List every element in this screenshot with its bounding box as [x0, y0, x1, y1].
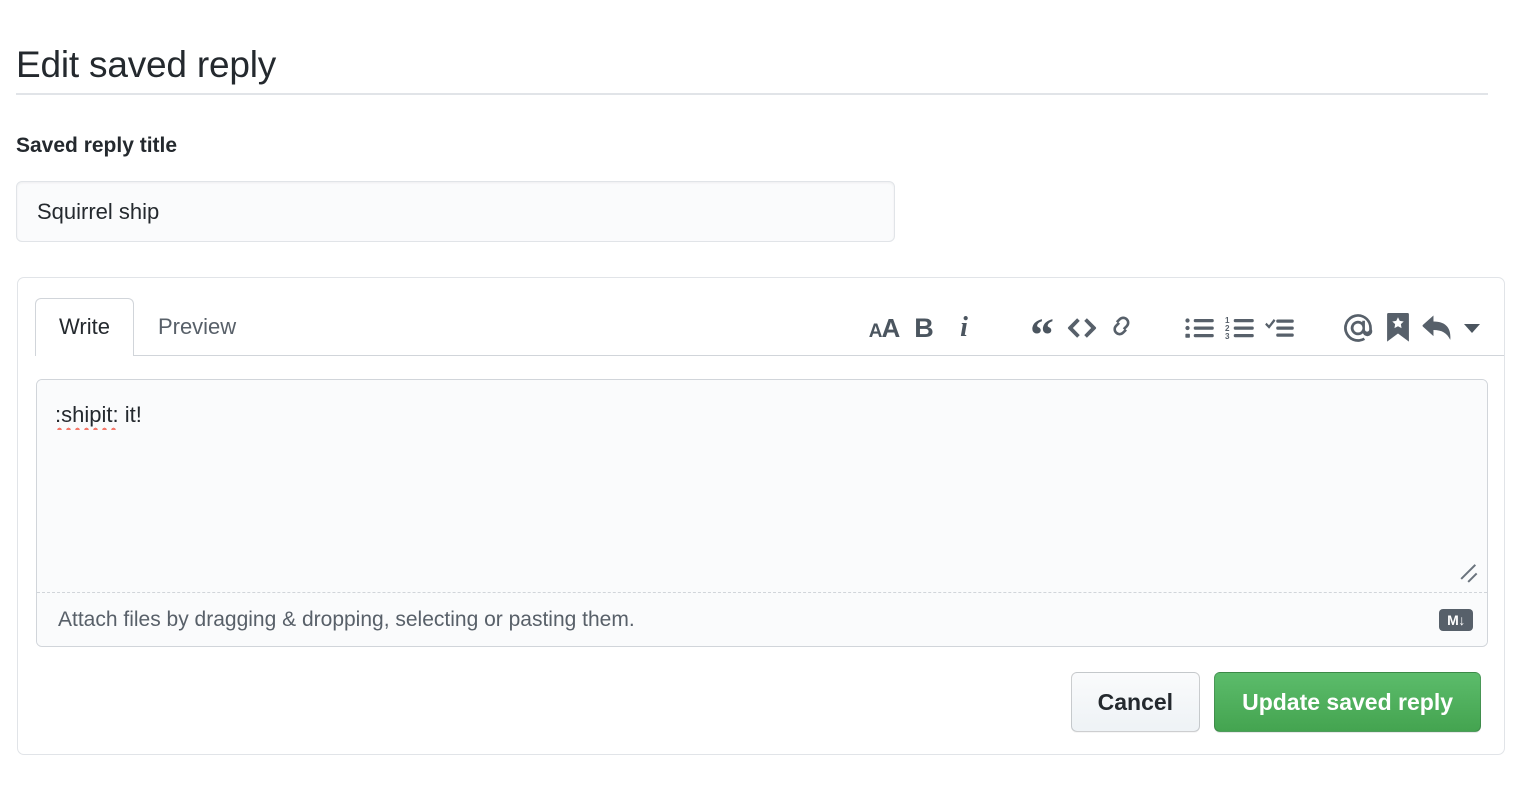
heading-icon[interactable]: AA: [864, 308, 904, 348]
tab-preview[interactable]: Preview: [134, 298, 260, 356]
edit-saved-reply-page: Edit saved reply Saved reply title Write…: [0, 0, 1522, 786]
code-icon[interactable]: [1062, 308, 1102, 348]
chevron-down-icon[interactable]: [1464, 324, 1480, 333]
bold-icon[interactable]: B: [904, 308, 944, 348]
comment-text-rest: it!: [119, 402, 142, 427]
unordered-list-icon[interactable]: [1180, 308, 1220, 348]
mention-icon[interactable]: [1338, 308, 1378, 348]
tabnav-divider: [35, 355, 1504, 356]
toolbar-group-text: AA B i: [864, 308, 984, 348]
file-dropzone[interactable]: Attach files by dragging & dropping, sel…: [37, 593, 1487, 647]
page-title: Edit saved reply: [16, 41, 276, 89]
toolbar-group-blocks: “: [1022, 308, 1142, 348]
update-saved-reply-button[interactable]: Update saved reply: [1214, 672, 1481, 732]
comment-textarea[interactable]: :shipit: it!: [37, 380, 1487, 576]
link-icon[interactable]: [1102, 308, 1142, 348]
toolbar-group-refs: [1338, 308, 1480, 348]
italic-icon[interactable]: i: [944, 308, 984, 348]
quote-icon[interactable]: “: [1022, 308, 1062, 348]
editor-tabs: Write Preview: [35, 298, 260, 356]
reply-icon[interactable]: [1418, 308, 1458, 348]
write-area: :shipit: it! Attach files by dragging & …: [36, 379, 1488, 647]
ordered-list-icon[interactable]: 1 2 3: [1220, 308, 1260, 348]
editor-tabnav: Write Preview AA B i: [18, 278, 1504, 356]
svg-text:3: 3: [1225, 332, 1230, 340]
cancel-button[interactable]: Cancel: [1071, 672, 1200, 732]
form-actions: Cancel Update saved reply: [1071, 672, 1481, 732]
textarea-resize-handle[interactable]: [1460, 563, 1482, 585]
dropzone-label: Attach files by dragging & dropping, sel…: [58, 607, 635, 633]
comment-form-box: Write Preview AA B i: [17, 277, 1505, 755]
comment-misspelled-token: :shipit:: [55, 402, 119, 430]
task-list-icon[interactable]: [1260, 308, 1300, 348]
toolbar-group-lists: 1 2 3: [1180, 308, 1300, 348]
saved-reply-title-input[interactable]: [16, 181, 895, 242]
saved-reply-icon[interactable]: [1378, 308, 1418, 348]
markdown-icon[interactable]: M↓: [1439, 609, 1473, 631]
saved-reply-title-label: Saved reply title: [16, 133, 177, 159]
markdown-toolbar: AA B i “: [864, 306, 1480, 350]
title-divider: [16, 93, 1488, 95]
tab-write[interactable]: Write: [35, 298, 134, 356]
